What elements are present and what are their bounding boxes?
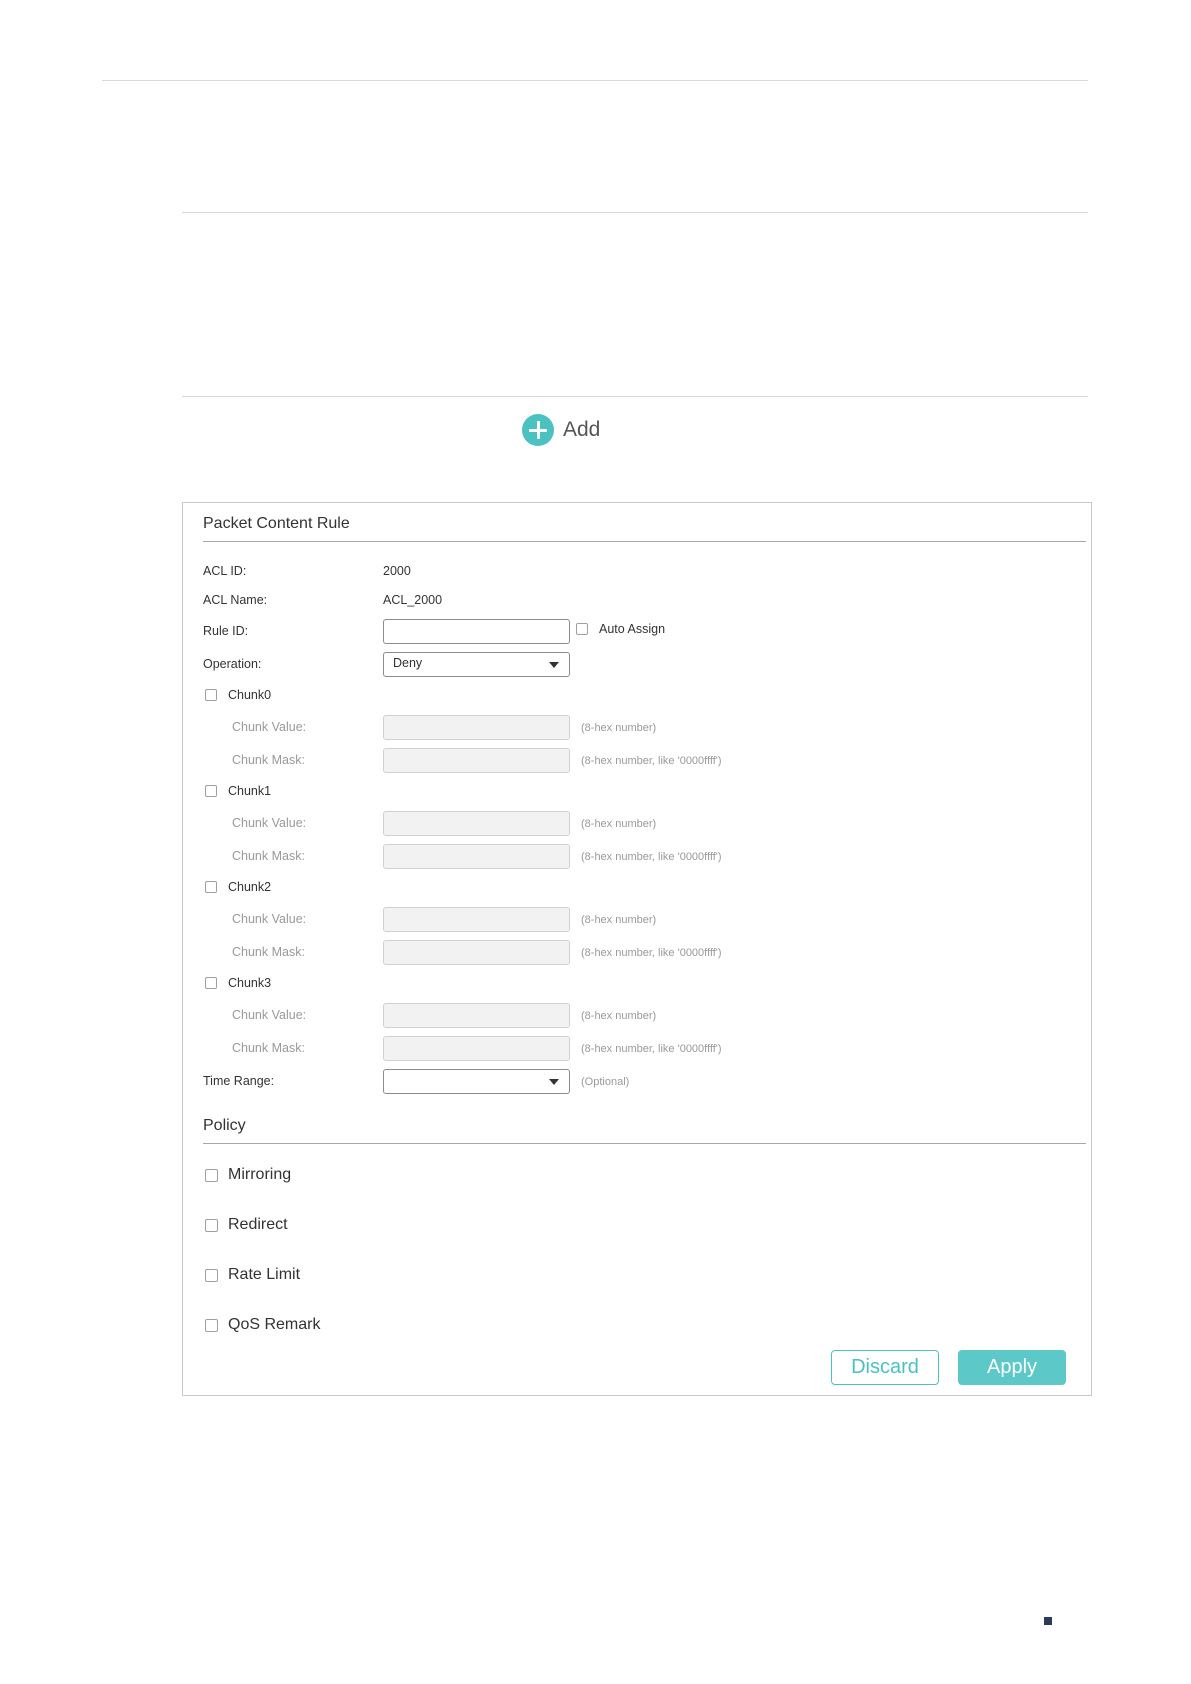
chunk2-value-input[interactable] <box>383 907 570 932</box>
qos-remark-label: QoS Remark <box>228 1316 321 1333</box>
dropdown-arrow-icon <box>549 662 559 668</box>
chunk1-label: Chunk1 <box>228 784 272 798</box>
chunk0-value-hint: (8-hex number) <box>581 722 657 734</box>
apply-button[interactable]: Apply <box>958 1350 1066 1385</box>
chunk2-mask-hint: (8-hex number, like '0000ffff') <box>581 947 722 959</box>
chunk2-value-label: Chunk Value: <box>232 912 307 926</box>
auto-assign-label: Auto Assign <box>599 622 666 636</box>
operation-selected-value: Deny <box>393 656 423 670</box>
plus-circle-icon <box>522 414 554 446</box>
rule-id-input[interactable] <box>383 619 570 644</box>
time-range-hint: (Optional) <box>581 1076 630 1088</box>
time-range-select[interactable] <box>383 1069 570 1094</box>
chunk1-value-label: Chunk Value: <box>232 816 307 830</box>
operation-select[interactable]: Deny <box>383 652 570 677</box>
auto-assign-checkbox[interactable] <box>576 623 588 635</box>
mirroring-label: Mirroring <box>228 1166 292 1183</box>
discard-button[interactable]: Discard <box>831 1350 939 1385</box>
divider-upper <box>182 212 1088 213</box>
chunk0-value-input[interactable] <box>383 715 570 740</box>
chunk1-mask-input[interactable] <box>383 844 570 869</box>
chunk1-mask-label: Chunk Mask: <box>232 849 305 863</box>
panel-title-rule <box>203 541 1086 542</box>
chunk3-mask-hint: (8-hex number, like '0000ffff') <box>581 1043 722 1055</box>
panel-title: Packet Content Rule <box>203 515 350 532</box>
time-range-label: Time Range: <box>203 1074 275 1088</box>
chunk0-mask-hint: (8-hex number, like '0000ffff') <box>581 755 722 767</box>
packet-content-rule-panel: Packet Content Rule ACL ID: 2000 ACL Nam… <box>182 502 1092 1396</box>
redirect-label: Redirect <box>228 1216 288 1233</box>
policy-title-rule <box>203 1143 1086 1144</box>
dropdown-arrow-icon <box>549 1079 559 1085</box>
rule-id-label: Rule ID: <box>203 624 249 638</box>
acl-name-value: ACL_2000 <box>383 593 443 607</box>
redirect-checkbox[interactable] <box>205 1219 218 1232</box>
add-label: Add <box>563 418 601 441</box>
chunk3-mask-input[interactable] <box>383 1036 570 1061</box>
chunk3-value-label: Chunk Value: <box>232 1008 307 1022</box>
qos-remark-checkbox[interactable] <box>205 1319 218 1332</box>
chunk0-mask-label: Chunk Mask: <box>232 753 305 767</box>
acl-id-label: ACL ID: <box>203 564 247 578</box>
chunk3-checkbox[interactable] <box>205 977 217 989</box>
rate-limit-label: Rate Limit <box>228 1266 301 1283</box>
chunk0-value-label: Chunk Value: <box>232 720 307 734</box>
chunk1-value-hint: (8-hex number) <box>581 818 657 830</box>
top-divider <box>102 80 1088 81</box>
chunk2-label: Chunk2 <box>228 880 272 894</box>
operation-label: Operation: <box>203 657 262 671</box>
chunk0-label: Chunk0 <box>228 688 272 702</box>
chunk3-label: Chunk3 <box>228 976 272 990</box>
chunk3-mask-label: Chunk Mask: <box>232 1041 305 1055</box>
chunk1-mask-hint: (8-hex number, like '0000ffff') <box>581 851 722 863</box>
divider-lower <box>182 396 1088 397</box>
chunk2-checkbox[interactable] <box>205 881 217 893</box>
acl-name-label: ACL Name: <box>203 593 268 607</box>
chunk2-mask-label: Chunk Mask: <box>232 945 305 959</box>
chunk0-checkbox[interactable] <box>205 689 217 701</box>
rate-limit-checkbox[interactable] <box>205 1269 218 1282</box>
policy-title: Policy <box>203 1117 246 1134</box>
chunk2-value-hint: (8-hex number) <box>581 914 657 926</box>
add-button[interactable]: Add <box>522 414 600 446</box>
chunk1-value-input[interactable] <box>383 811 570 836</box>
chunk3-value-hint: (8-hex number) <box>581 1010 657 1022</box>
chunk2-mask-input[interactable] <box>383 940 570 965</box>
chunk1-checkbox[interactable] <box>205 785 217 797</box>
page-marker <box>1044 1617 1052 1625</box>
chunk3-value-input[interactable] <box>383 1003 570 1028</box>
mirroring-checkbox[interactable] <box>205 1169 218 1182</box>
acl-id-value: 2000 <box>383 564 411 578</box>
chunk0-mask-input[interactable] <box>383 748 570 773</box>
